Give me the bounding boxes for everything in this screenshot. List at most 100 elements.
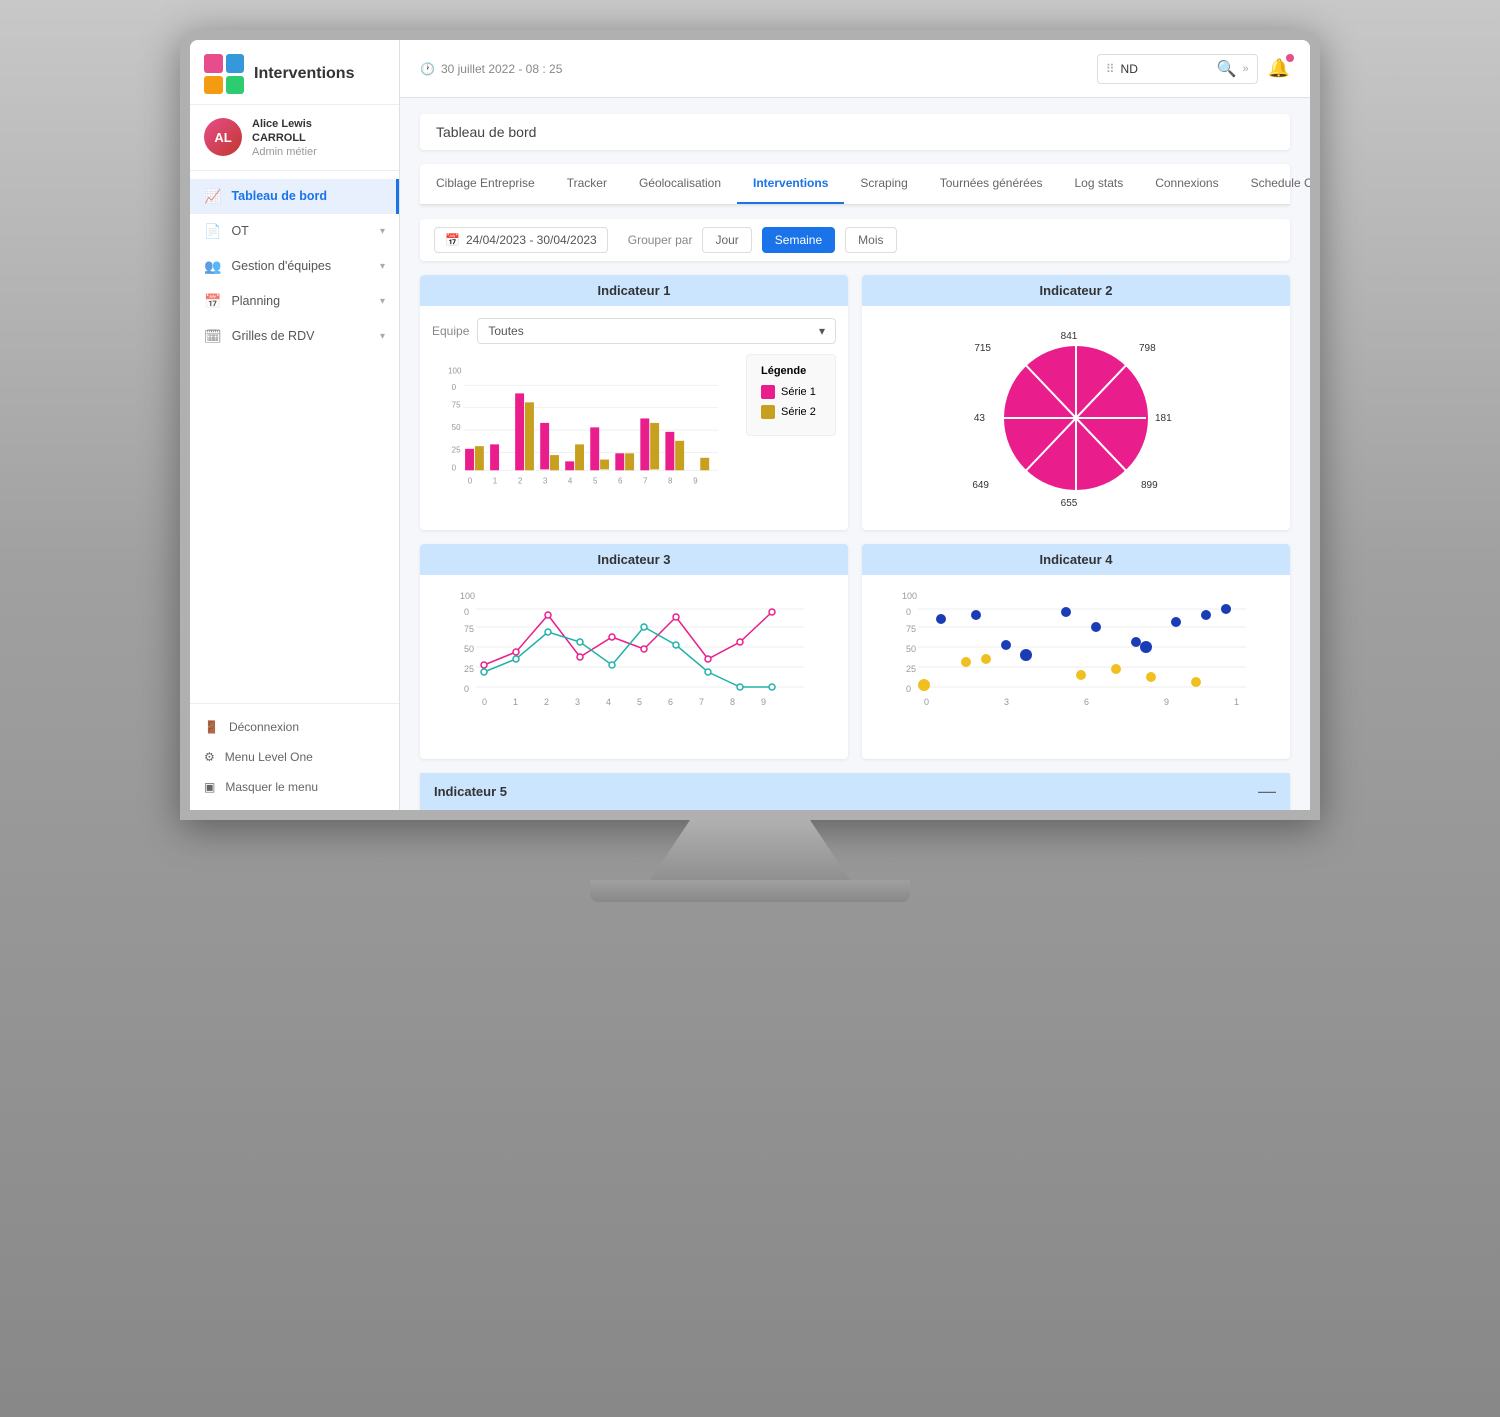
deconnexion-button[interactable]: 🚪 Déconnexion: [190, 712, 399, 742]
svg-text:7: 7: [699, 697, 704, 707]
tab-tracker[interactable]: Tracker: [551, 164, 623, 204]
content-area: Tableau de bord Ciblage Entreprise Track…: [400, 98, 1310, 810]
period-semaine-button[interactable]: Semaine: [762, 227, 835, 253]
svg-text:100: 100: [902, 591, 917, 601]
indicateur1-body: Equipe Toutes ▾: [420, 306, 848, 526]
page-header: Tableau de bord: [420, 114, 1290, 150]
indicateur5-header: Indicateur 5 —: [420, 773, 1290, 810]
period-jour-button[interactable]: Jour: [702, 227, 751, 253]
tab-interventions[interactable]: Interventions: [737, 164, 844, 204]
svg-text:1: 1: [1234, 697, 1239, 707]
svg-text:25: 25: [906, 664, 916, 674]
datetime-text: 30 juillet 2022 - 08 : 25: [441, 62, 562, 76]
indicateur5-card: Indicateur 5 — Serie Sélectionner: [420, 773, 1290, 810]
tabs-row: Ciblage Entreprise Tracker Géolocalisati…: [420, 164, 1290, 205]
svg-text:5: 5: [593, 477, 598, 486]
svg-text:2: 2: [544, 697, 549, 707]
svg-text:649: 649: [972, 480, 989, 491]
date-range-picker[interactable]: 📅 24/04/2023 - 30/04/2023: [434, 227, 608, 253]
masquer-menu-button[interactable]: ▣ Masquer le menu: [190, 772, 399, 802]
monitor-stand: [650, 820, 850, 880]
tab-connexions[interactable]: Connexions: [1139, 164, 1234, 204]
sidebar-footer: 🚪 Déconnexion ⚙ Menu Level One ▣ Masquer…: [190, 703, 399, 810]
legend-title: Légende: [761, 365, 821, 377]
svg-text:0: 0: [464, 684, 469, 694]
user-name-line2: CARROLL: [252, 131, 317, 145]
gear-icon: ⚙: [204, 750, 215, 764]
sidebar-logo: Interventions: [190, 40, 399, 105]
legend-serie1: Série 1: [761, 385, 821, 399]
svg-text:7: 7: [643, 477, 648, 486]
sidebar-item-tableau-de-bord[interactable]: 📈 Tableau de bord: [190, 179, 399, 214]
svg-text:6: 6: [668, 697, 673, 707]
search-input[interactable]: [1121, 62, 1211, 76]
logo-icon: [204, 54, 244, 94]
notification-bell[interactable]: 🔔: [1268, 58, 1290, 79]
svg-text:899: 899: [1141, 480, 1158, 491]
scatter-chart-svg: 100 0 75 50 25 0: [874, 587, 1278, 742]
grid-icon: 🗓: [204, 328, 222, 345]
indicateur3-body: 100 0 75 50 25 0: [420, 575, 848, 759]
svg-text:1: 1: [493, 477, 498, 486]
notification-badge: [1286, 54, 1294, 62]
svg-text:715: 715: [974, 343, 991, 354]
period-mois-button[interactable]: Mois: [845, 227, 896, 253]
svg-text:50: 50: [452, 423, 461, 432]
tab-schedule[interactable]: Schedule Comparison: [1235, 164, 1310, 204]
equipe-select[interactable]: Toutes ▾: [477, 318, 836, 344]
sidebar-item-gestion-equipes[interactable]: 👥 Gestion d'équipes ▾: [190, 249, 399, 284]
charts-row-1: Indicateur 1 Equipe Toutes ▾: [420, 275, 1290, 530]
calendar-small-icon: 📅: [445, 233, 460, 247]
indicateur3-title: Indicateur 3: [420, 544, 848, 575]
svg-text:0: 0: [482, 697, 487, 707]
tab-scraping[interactable]: Scraping: [844, 164, 923, 204]
chevron-down-icon: ▾: [380, 226, 385, 237]
svg-text:3: 3: [543, 477, 548, 486]
tab-logstats[interactable]: Log stats: [1059, 164, 1140, 204]
search-bar[interactable]: ⠿ 🔍 »: [1097, 54, 1258, 84]
svg-text:50: 50: [464, 644, 474, 654]
svg-text:655: 655: [1061, 498, 1078, 509]
serie2-swatch: [761, 405, 775, 419]
tab-ciblage[interactable]: Ciblage Entreprise: [420, 164, 551, 204]
svg-text:0: 0: [468, 477, 473, 486]
filter-row: 📅 24/04/2023 - 30/04/2023 Grouper par Jo…: [420, 219, 1290, 261]
sidebar-item-label: Gestion d'équipes: [231, 259, 331, 273]
svg-text:8: 8: [730, 697, 735, 707]
indicateur1-card: Indicateur 1 Equipe Toutes ▾: [420, 275, 848, 530]
sidebar-item-grilles-rdv[interactable]: 🗓 Grilles de RDV ▾: [190, 319, 399, 354]
tab-tournees[interactable]: Tournées générées: [924, 164, 1059, 204]
logout-icon: 🚪: [204, 720, 219, 734]
app-title: Interventions: [254, 65, 354, 83]
sidebar-item-ot[interactable]: 📄 OT ▾: [190, 214, 399, 249]
top-bar: 🕐 30 juillet 2022 - 08 : 25 ⠿ 🔍 » 🔔: [400, 40, 1310, 98]
svg-text:75: 75: [906, 624, 916, 634]
monitor-base: [590, 880, 910, 902]
indicateur3-card: Indicateur 3 100 0 75 50 25 0: [420, 544, 848, 759]
svg-text:5: 5: [637, 697, 642, 707]
tab-geolocalisation[interactable]: Géolocalisation: [623, 164, 737, 204]
menu-level-one-button[interactable]: ⚙ Menu Level One: [190, 742, 399, 772]
indicateur2-title: Indicateur 2: [862, 275, 1290, 306]
sidebar: Interventions AL Alice Lewis CARROLL Adm…: [190, 40, 400, 810]
datetime-display: 🕐 30 juillet 2022 - 08 : 25: [420, 62, 562, 76]
svg-text:0: 0: [906, 684, 911, 694]
chevron-down-icon: ▾: [380, 296, 385, 307]
grid-dots-icon: ⠿: [1106, 62, 1115, 76]
svg-text:181: 181: [1155, 413, 1172, 424]
svg-text:9: 9: [693, 477, 698, 486]
bar-chart-container: 100 0 75 50 25 0: [432, 354, 836, 514]
sidebar-item-planning[interactable]: 📅 Planning ▾: [190, 284, 399, 319]
indicateur1-title: Indicateur 1: [420, 275, 848, 306]
search-icon[interactable]: 🔍: [1217, 59, 1237, 79]
clock-icon: 🕐: [420, 62, 435, 76]
dropdown-icon: ▾: [819, 324, 825, 338]
main-nav: 📈 Tableau de bord 📄 OT ▾ 👥 Gestion d'équ…: [190, 171, 399, 703]
main-content: 🕐 30 juillet 2022 - 08 : 25 ⠿ 🔍 » 🔔: [400, 40, 1310, 810]
expand-icon[interactable]: »: [1242, 63, 1248, 75]
svg-text:9: 9: [1164, 697, 1169, 707]
serie2-label: Série 2: [781, 406, 816, 418]
chart-icon: 📈: [204, 188, 221, 205]
collapse-button[interactable]: —: [1258, 781, 1276, 802]
user-profile: AL Alice Lewis CARROLL Admin métier: [190, 105, 399, 171]
